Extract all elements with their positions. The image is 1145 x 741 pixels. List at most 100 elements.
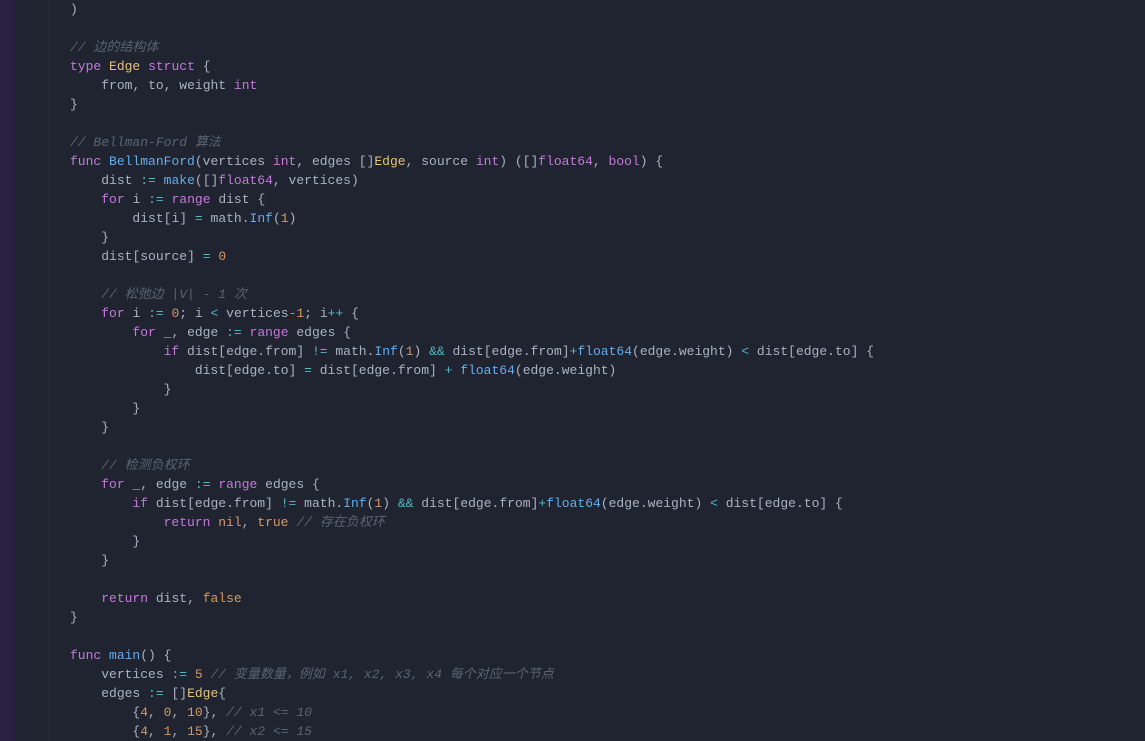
token-bool: nil bbox=[218, 515, 241, 530]
code-line[interactable]: func BellmanFord(vertices int, edges []E… bbox=[70, 152, 1125, 171]
token-comment: // Bellman-Ford 算法 bbox=[70, 135, 221, 150]
token-sp bbox=[156, 173, 164, 188]
token-punc: } bbox=[101, 553, 109, 568]
code-line[interactable]: // Bellman-Ford 算法 bbox=[70, 133, 1125, 152]
code-line[interactable]: } bbox=[70, 532, 1125, 551]
code-line[interactable]: return nil, true // 存在负权环 bbox=[70, 513, 1125, 532]
code-line[interactable]: } bbox=[70, 608, 1125, 627]
token-punc: . bbox=[390, 363, 398, 378]
token-punc: [] bbox=[359, 154, 375, 169]
token-indent bbox=[70, 306, 101, 321]
code-line[interactable]: func main() { bbox=[70, 646, 1125, 665]
token-sp bbox=[242, 325, 250, 340]
code-line[interactable]: } bbox=[70, 95, 1125, 114]
code-line[interactable]: ) bbox=[70, 0, 1125, 19]
code-line[interactable]: } bbox=[70, 418, 1125, 437]
token-ident: vertices bbox=[203, 154, 265, 169]
token-ident: dist bbox=[421, 496, 452, 511]
token-sp bbox=[101, 154, 109, 169]
token-op: := bbox=[171, 667, 187, 682]
code-line[interactable]: } bbox=[70, 380, 1125, 399]
code-area[interactable]: ) // 边的结构体 type Edge struct { from, to, w… bbox=[50, 0, 1145, 741]
token-keyword: return bbox=[164, 515, 211, 530]
code-line[interactable]: } bbox=[70, 551, 1125, 570]
token-sp bbox=[827, 496, 835, 511]
code-line[interactable]: } bbox=[70, 399, 1125, 418]
token-punc: [] bbox=[171, 686, 187, 701]
code-line[interactable]: // 边的结构体 bbox=[70, 38, 1125, 57]
token-ident: from bbox=[101, 78, 132, 93]
code-line[interactable]: from, to, weight int bbox=[70, 76, 1125, 95]
token-punc: }, bbox=[203, 724, 219, 739]
code-line[interactable] bbox=[70, 114, 1125, 133]
code-line[interactable]: // 检测负权环 bbox=[70, 456, 1125, 475]
code-line[interactable]: dist[edge.to] = dist[edge.from] + float6… bbox=[70, 361, 1125, 380]
code-line[interactable]: if dist[edge.from] != math.Inf(1) && dis… bbox=[70, 342, 1125, 361]
token-sp bbox=[468, 154, 476, 169]
code-line[interactable]: dist := make([]float64, vertices) bbox=[70, 171, 1125, 190]
token-func: float64 bbox=[546, 496, 601, 511]
token-ident: edge bbox=[609, 496, 640, 511]
token-sp bbox=[265, 154, 273, 169]
code-line[interactable]: for _, edge := range edges { bbox=[70, 323, 1125, 342]
token-sp bbox=[179, 325, 187, 340]
code-line[interactable]: type Edge struct { bbox=[70, 57, 1125, 76]
token-ident: from bbox=[265, 344, 296, 359]
token-num: 4 bbox=[140, 705, 148, 720]
token-keyword: for bbox=[132, 325, 155, 340]
token-punc: { bbox=[866, 344, 874, 359]
token-struct: Edge bbox=[187, 686, 218, 701]
token-sp bbox=[218, 325, 226, 340]
code-line[interactable] bbox=[70, 19, 1125, 38]
code-line[interactable] bbox=[70, 437, 1125, 456]
token-type: int bbox=[273, 154, 296, 169]
token-indent bbox=[70, 534, 132, 549]
code-line[interactable]: return dist, false bbox=[70, 589, 1125, 608]
code-line[interactable]: for _, edge := range edges { bbox=[70, 475, 1125, 494]
code-line[interactable] bbox=[70, 627, 1125, 646]
code-line[interactable]: edges := []Edge{ bbox=[70, 684, 1125, 703]
token-num: 0 bbox=[218, 249, 226, 264]
token-indent bbox=[70, 591, 101, 606]
token-keyword: if bbox=[164, 344, 180, 359]
token-sp bbox=[179, 344, 187, 359]
code-line[interactable]: vertices := 5 // 变量数量，例如 x1, x2, x3, x4 … bbox=[70, 665, 1125, 684]
code-line[interactable]: {4, 0, 10}, // x1 <= 10 bbox=[70, 703, 1125, 722]
code-line[interactable]: if dist[edge.from] != math.Inf(1) && dis… bbox=[70, 494, 1125, 513]
token-indent bbox=[70, 477, 101, 492]
token-func: BellmanFord bbox=[109, 154, 195, 169]
code-line[interactable]: dist[i] = math.Inf(1) bbox=[70, 209, 1125, 228]
code-line[interactable] bbox=[70, 570, 1125, 589]
code-line[interactable]: dist[source] = 0 bbox=[70, 247, 1125, 266]
token-sp bbox=[351, 154, 359, 169]
token-ident: from bbox=[499, 496, 530, 511]
token-ident: edges bbox=[101, 686, 140, 701]
code-line[interactable]: for i := range dist { bbox=[70, 190, 1125, 209]
token-punc: [ bbox=[351, 363, 359, 378]
code-line[interactable]: for i := 0; i < vertices-1; i++ { bbox=[70, 304, 1125, 323]
token-sp bbox=[187, 211, 195, 226]
token-ident: dist bbox=[187, 344, 218, 359]
token-func: make bbox=[164, 173, 195, 188]
token-op: := bbox=[148, 192, 164, 207]
token-ident: dist bbox=[320, 363, 351, 378]
token-punc: { bbox=[351, 306, 359, 321]
token-ident: edges bbox=[296, 325, 335, 340]
token-sp bbox=[140, 686, 148, 701]
token-indent bbox=[70, 287, 101, 302]
code-editor[interactable]: ) // 边的结构体 type Edge struct { from, to, w… bbox=[0, 0, 1145, 741]
code-line[interactable] bbox=[70, 266, 1125, 285]
token-sp bbox=[343, 306, 351, 321]
code-line[interactable]: } bbox=[70, 228, 1125, 247]
token-ident: dist bbox=[452, 344, 483, 359]
token-sp bbox=[718, 496, 726, 511]
token-punc: { bbox=[218, 686, 226, 701]
token-indent bbox=[70, 705, 132, 720]
token-sp bbox=[203, 667, 211, 682]
code-line[interactable]: {4, 1, 15}, // x2 <= 15 bbox=[70, 722, 1125, 741]
token-ident: source bbox=[421, 154, 468, 169]
token-sp bbox=[312, 363, 320, 378]
token-comment: // 边的结构体 bbox=[70, 40, 158, 55]
code-line[interactable]: // 松弛边 |V| - 1 次 bbox=[70, 285, 1125, 304]
token-ident: source bbox=[140, 249, 187, 264]
